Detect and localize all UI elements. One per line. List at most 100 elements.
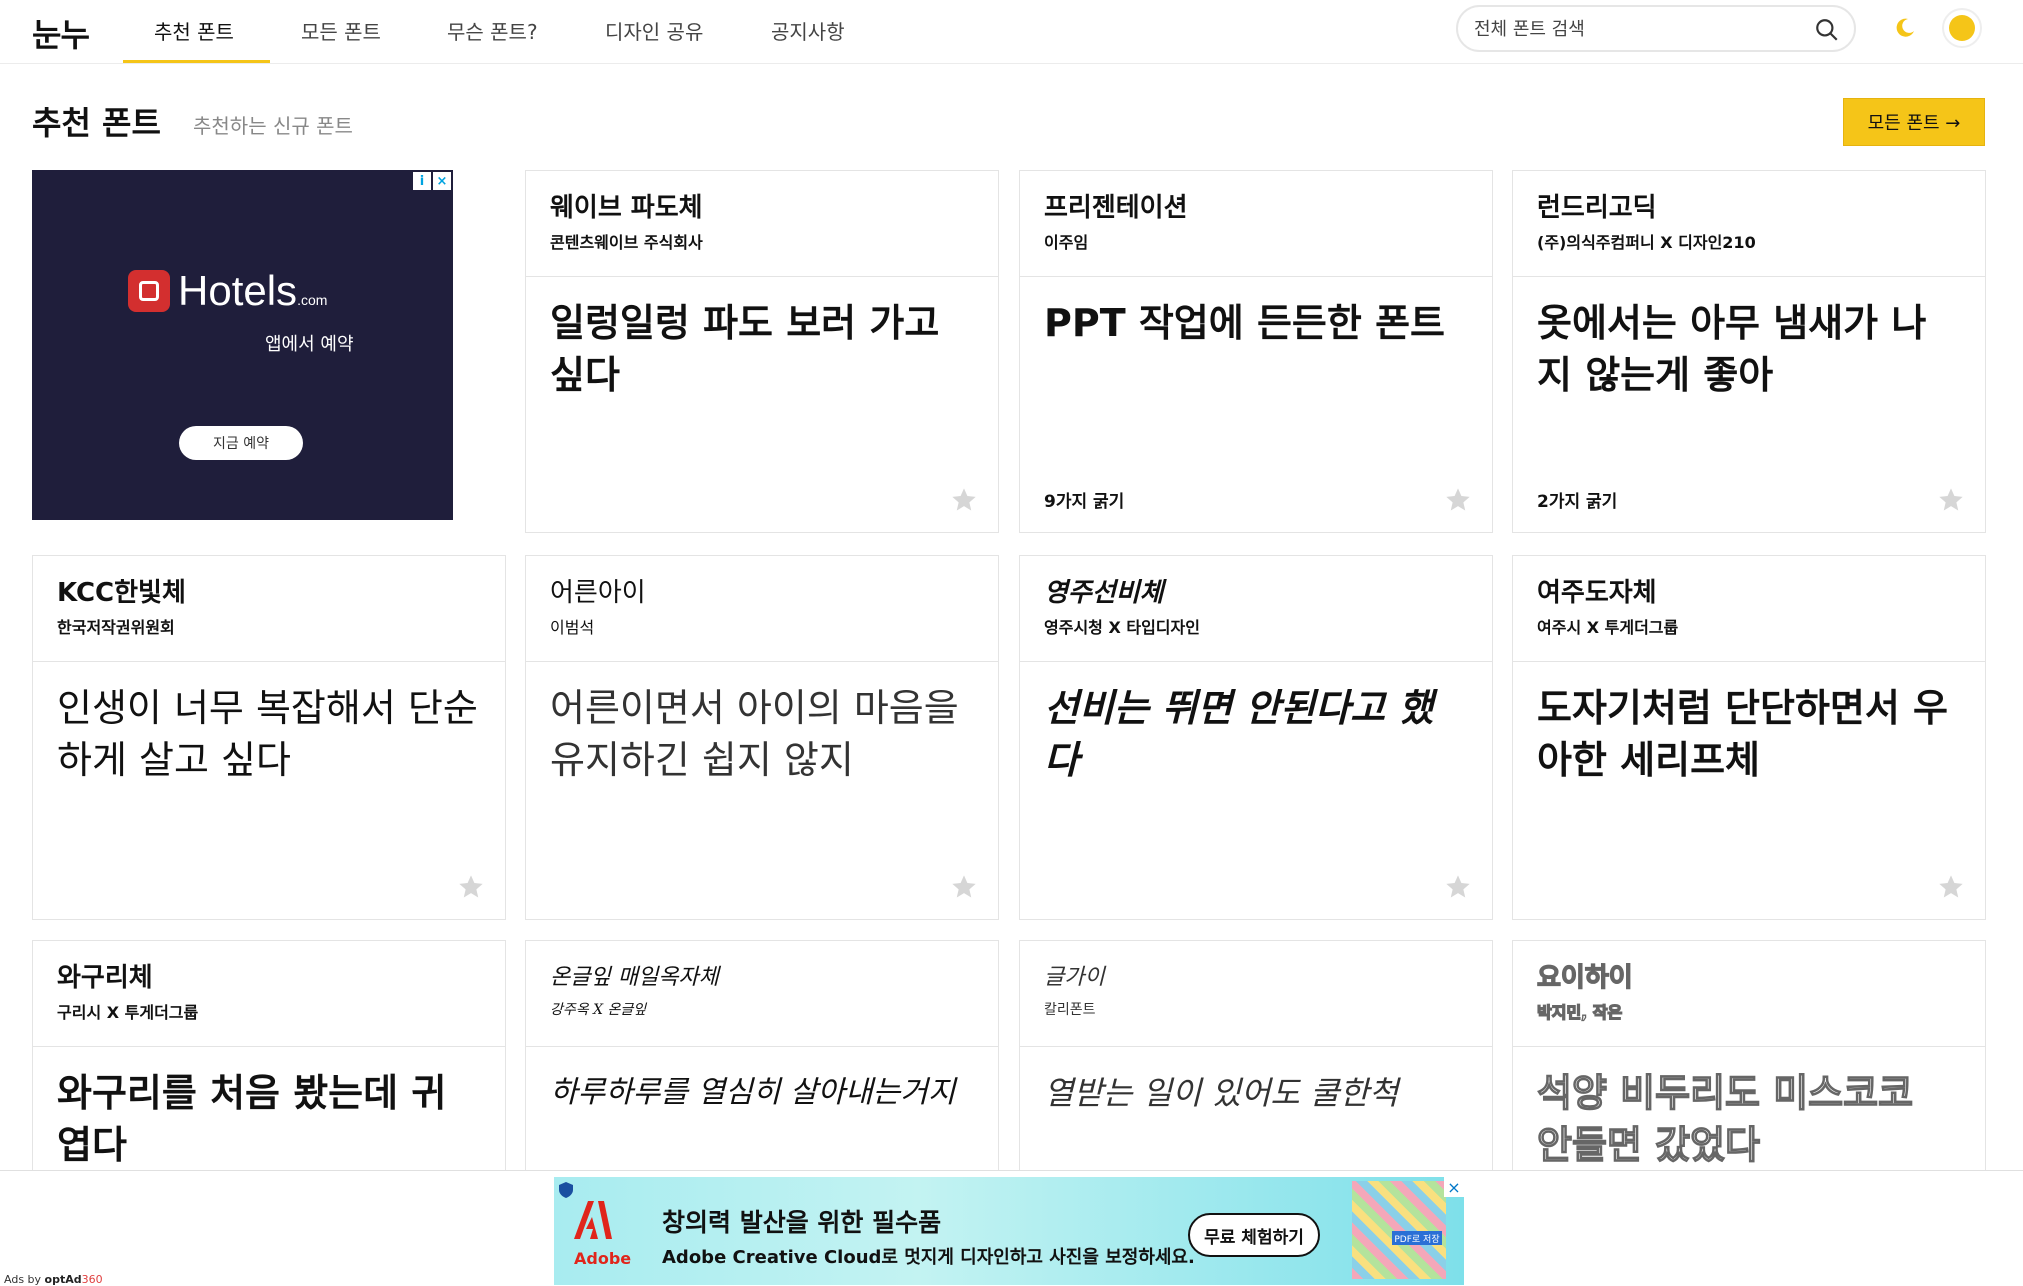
font-name[interactable]: 웨이브 파도체 [550, 191, 974, 225]
font-maker: 여주시 X 투게더그룹 [1537, 618, 1679, 637]
font-sample: 옷에서는 아무 냄새가 나지 않는게 좋아 [1537, 301, 1927, 397]
font-name[interactable]: KCC한빛체 [57, 576, 481, 610]
ad-badges: i × [413, 172, 451, 190]
page-subtitle: 추천하는 신규 폰트 [193, 114, 353, 138]
ads-by-suffix: 360 [81, 1273, 103, 1286]
top-nav: 눈누 추천 폰트 모든 폰트 무슨 폰트? 디자인 공유 공지사항 [0, 0, 2023, 64]
adobe-ad[interactable]: Adobe 창의력 발산을 위한 필수품 Adobe Creative Clou… [554, 1177, 1464, 1285]
hotels-logo-icon [128, 270, 170, 312]
star-icon[interactable] [1444, 486, 1472, 514]
shield-icon [559, 1182, 573, 1198]
font-sample: 하루하루를 열심히 살아내는거지 [550, 1075, 956, 1110]
star-icon[interactable] [457, 873, 485, 901]
star-icon[interactable] [950, 873, 978, 901]
font-name[interactable]: 어른아이 [550, 576, 974, 610]
pdf-badge: PDF로 저장 [1392, 1231, 1442, 1245]
tab-design-share[interactable]: 디자인 공유 [605, 16, 703, 64]
font-maker: 한국저작권위원회 [57, 618, 175, 637]
font-sample: 와구리를 처음 봤는데 귀엽다 [57, 1071, 447, 1167]
tab-all-fonts[interactable]: 모든 폰트 [301, 16, 381, 64]
search-box [1456, 5, 1856, 52]
avatar[interactable] [1942, 8, 1982, 48]
font-maker: 박지민, 작은 [1536, 1002, 1623, 1022]
moon-icon[interactable] [1893, 16, 1917, 40]
adobe-brand: Adobe [574, 1249, 632, 1268]
card-header: KCC한빛체 한국저작권위원회 [33, 556, 505, 662]
bottom-ad-bar: Adobe 창의력 발산을 위한 필수품 Adobe Creative Clou… [0, 1170, 2023, 1286]
ad-thumbnail: PDF로 저장 [1352, 1181, 1446, 1279]
tab-recommended-fonts[interactable]: 추천 폰트 [154, 16, 234, 64]
star-icon[interactable] [950, 486, 978, 514]
font-sample: 선비는 뛰면 안된다고 했다 [1044, 686, 1434, 782]
star-icon[interactable] [1937, 486, 1965, 514]
close-icon[interactable]: × [1444, 1177, 1464, 1197]
hotels-ad[interactable]: i × Hotels.com 앱에서 예약 지금 예약 [32, 170, 453, 520]
font-name[interactable]: 영주선비체 [1044, 576, 1468, 610]
font-card[interactable]: 온글잎 매일옥자체 강주옥 X 온글잎 하루하루를 열심히 살아내는거지 [525, 940, 999, 1180]
active-tab-underline [123, 60, 270, 63]
font-weights: 9가지 굵기 [1044, 492, 1125, 512]
search-icon[interactable] [1814, 17, 1840, 43]
card-header: 프리젠테이션 이주임 [1020, 171, 1492, 277]
card-header: 어른아이 이범석 [526, 556, 998, 662]
font-card[interactable]: 글가이 칼리폰트 열받는 일이 있어도 쿨한척 [1019, 940, 1493, 1180]
font-card[interactable]: 영주선비체 영주시청 X 타입디자인 선비는 뛰면 안된다고 했다 [1019, 555, 1493, 920]
card-header: 런드리고딕 (주)의식주컴퍼니 X 디자인210 [1513, 171, 1985, 277]
font-maker: 구리시 X 투게더그룹 [57, 1003, 199, 1022]
card-header: 웨이브 파도체 콘텐츠웨이브 주식회사 [526, 171, 998, 277]
font-sample: 일렁일렁 파도 보러 가고 싶다 [550, 301, 940, 397]
font-card[interactable]: 런드리고딕 (주)의식주컴퍼니 X 디자인210 옷에서는 아무 냄새가 나지 … [1512, 170, 1986, 533]
font-card[interactable]: 어른아이 이범석 어른이면서 아이의 마음을 유지하긴 쉽지 않지 [525, 555, 999, 920]
free-trial-button[interactable]: 무료 체험하기 [1188, 1213, 1320, 1257]
font-name[interactable]: 글가이 [1044, 961, 1468, 995]
font-maker: 강주옥 X 온글잎 [550, 1002, 647, 1018]
font-maker: (주)의식주컴퍼니 X 디자인210 [1537, 233, 1756, 252]
font-weights: 2가지 굵기 [1537, 492, 1618, 512]
site-logo[interactable]: 눈누 [32, 10, 90, 56]
font-name[interactable]: 프리젠테이션 [1044, 191, 1468, 225]
font-sample: 열받는 일이 있어도 쿨한척 [1044, 1074, 1399, 1112]
font-maker: 이주임 [1044, 233, 1089, 252]
card-header: 여주도자체 여주시 X 투게더그룹 [1513, 556, 1985, 662]
card-header: 영주선비체 영주시청 X 타입디자인 [1020, 556, 1492, 662]
font-name[interactable]: 런드리고딕 [1537, 191, 1961, 225]
ad-close-icon[interactable]: × [433, 172, 451, 190]
font-card[interactable]: 요이하이 박지민, 작은 석양 비두리도 미스코코 안들면 갔었다 [1512, 940, 1986, 1180]
font-card[interactable]: 여주도자체 여주시 X 투게더그룹 도자기처럼 단단하면서 우아한 세리프체 [1512, 555, 1986, 920]
ad-info-icon[interactable]: i [413, 172, 431, 190]
ad-tagline: 앱에서 예약 [265, 334, 354, 355]
search-input[interactable] [1474, 16, 1804, 42]
font-name[interactable]: 와구리체 [57, 961, 481, 995]
font-sample: 도자기처럼 단단하면서 우아한 세리프체 [1537, 685, 1949, 782]
star-icon[interactable] [1937, 873, 1965, 901]
font-maker: 영주시청 X 타입디자인 [1044, 618, 1200, 637]
font-sample: 석양 비두리도 미스코코 안들면 갔었다 [1536, 1070, 1914, 1167]
avatar-face-icon [1949, 15, 1975, 41]
tab-what-font[interactable]: 무슨 폰트? [447, 16, 538, 64]
hotels-brand: Hotels.com [178, 267, 328, 314]
font-maker: 이범석 [550, 618, 595, 637]
font-card[interactable]: 웨이브 파도체 콘텐츠웨이브 주식회사 일렁일렁 파도 보러 가고 싶다 [525, 170, 999, 533]
page-title: 추천 폰트 [32, 104, 161, 142]
ad-book-button[interactable]: 지금 예약 [179, 426, 303, 460]
font-sample: 어른이면서 아이의 마음을 유지하긴 쉽지 않지 [550, 686, 959, 782]
font-card[interactable]: KCC한빛체 한국저작권위원회 인생이 너무 복잡해서 단순하게 살고 싶다 [32, 555, 506, 920]
font-maker: 칼리폰트 [1044, 1002, 1096, 1018]
tab-notice[interactable]: 공지사항 [771, 16, 845, 64]
star-icon[interactable] [1444, 873, 1472, 901]
font-name[interactable]: 요이하이 [1536, 961, 1961, 995]
font-card[interactable]: 와구리체 구리시 X 투게더그룹 와구리를 처음 봤는데 귀엽다 [32, 940, 506, 1180]
font-sample: PPT 작업에 든든한 폰트 [1044, 301, 1445, 345]
all-fonts-button[interactable]: 모든 폰트 → [1843, 98, 1985, 146]
card-header: 글가이 칼리폰트 [1020, 941, 1492, 1047]
font-name[interactable]: 여주도자체 [1537, 576, 1961, 610]
font-name[interactable]: 온글잎 매일옥자체 [550, 961, 974, 995]
font-maker: 콘텐츠웨이브 주식회사 [550, 233, 703, 252]
ads-by-brand: optAd [44, 1273, 82, 1286]
adobe-logo-icon [574, 1201, 612, 1239]
ads-by-label[interactable]: Ads by optAd360 [4, 1273, 103, 1286]
card-header: 요이하이 박지민, 작은 [1513, 941, 1985, 1047]
font-card[interactable]: 프리젠테이션 이주임 PPT 작업에 든든한 폰트 9가지 굵기 [1019, 170, 1493, 533]
font-sample: 인생이 너무 복잡해서 단순하게 살고 싶다 [57, 686, 478, 782]
ad-headline: 창의력 발산을 위한 필수품 [662, 1208, 942, 1237]
